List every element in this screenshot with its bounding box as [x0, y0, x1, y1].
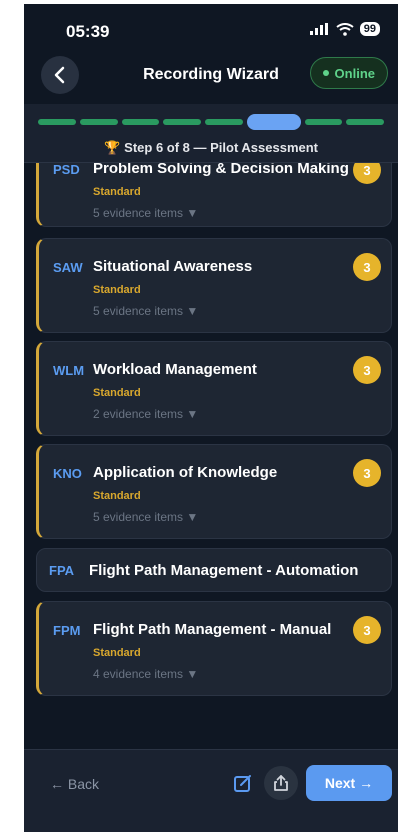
header: Recording Wizard Online: [24, 52, 398, 104]
progress-segment: [79, 119, 118, 125]
step-progress: 🏆 Step 6 of 8 — Pilot Assessment: [24, 104, 398, 163]
share-icon: [274, 775, 288, 791]
status-icons: 99: [309, 22, 380, 36]
competency-level: Standard: [93, 387, 141, 399]
progress-segment: [346, 119, 384, 125]
competency-level: Standard: [93, 490, 141, 502]
competency-name: Workload Management: [93, 361, 257, 378]
progress-segment: [304, 119, 343, 125]
score-badge: 3: [353, 356, 381, 384]
phone-screen: 05:39 99 Recording Wizard Online 🏆 Step …: [24, 4, 398, 832]
status-time: 05:39: [66, 22, 110, 41]
competency-code: FPM: [53, 623, 81, 638]
competency-name: Flight Path Management - Automation: [89, 562, 359, 579]
step-label-text: Step 6 of 8 — Pilot Assessment: [124, 140, 319, 155]
competency-card-saw[interactable]: SAW Situational Awareness Standard 5 evi…: [36, 238, 392, 333]
wifi-icon: [336, 22, 354, 36]
progress-segment: [38, 119, 76, 125]
status-bar: 05:39 99: [24, 4, 398, 52]
competency-code: FPA: [49, 563, 75, 578]
competency-code: SAW: [53, 260, 83, 275]
edit-icon[interactable]: [232, 772, 254, 794]
step-label: 🏆 Step 6 of 8 — Pilot Assessment: [24, 140, 398, 156]
competency-list[interactable]: PSD Problem Solving & Decision Making St…: [24, 163, 398, 749]
competency-code: PSD: [53, 163, 80, 177]
evidence-toggle[interactable]: 4 evidence items ▼: [93, 667, 198, 681]
trophy-icon: 🏆: [103, 140, 121, 155]
competency-card-wlm[interactable]: WLM Workload Management Standard 2 evide…: [36, 341, 392, 436]
online-status-badge: Online: [309, 57, 388, 89]
back-nav-button[interactable]: ← Back: [50, 776, 99, 792]
progress-segment: [121, 119, 160, 125]
competency-card-fpm[interactable]: FPM Flight Path Management - Manual Stan…: [36, 601, 392, 696]
evidence-toggle[interactable]: 2 evidence items ▼: [93, 407, 198, 421]
competency-code: WLM: [53, 363, 85, 378]
competency-card-psd[interactable]: PSD Problem Solving & Decision Making St…: [36, 163, 392, 227]
competency-name: Application of Knowledge: [93, 464, 278, 481]
progress-segment: [205, 119, 243, 125]
online-dot-icon: [322, 70, 329, 76]
signal-icon: [309, 23, 328, 35]
competency-code: KNO: [53, 466, 82, 481]
score-badge: 3: [353, 459, 381, 487]
competency-level: Standard: [93, 647, 141, 659]
share-button[interactable]: [264, 766, 298, 800]
evidence-toggle[interactable]: 5 evidence items ▼: [93, 304, 198, 318]
progress-segment: [163, 119, 201, 125]
next-button[interactable]: Next →: [306, 765, 392, 801]
competency-name: Situational Awareness: [93, 258, 253, 275]
evidence-toggle[interactable]: 5 evidence items ▼: [93, 510, 198, 524]
evidence-toggle[interactable]: 5 evidence items ▼: [93, 206, 198, 220]
bottom-action-bar: ← Back Next →: [24, 749, 398, 832]
competency-level: Standard: [93, 186, 141, 198]
score-badge: 3: [353, 616, 381, 644]
competency-name: Flight Path Management - Manual: [93, 621, 332, 638]
score-badge: 3: [353, 253, 381, 281]
battery-indicator: 99: [359, 22, 380, 36]
competency-level: Standard: [93, 284, 141, 296]
competency-name: Problem Solving & Decision Making: [93, 163, 349, 177]
competency-card-fpa[interactable]: FPA Flight Path Management - Automation: [36, 548, 392, 592]
online-status-label: Online: [334, 65, 375, 81]
progress-segment: [246, 114, 301, 130]
score-badge: 3: [353, 163, 381, 184]
competency-card-kno[interactable]: KNO Application of Knowledge Standard 5 …: [36, 444, 392, 539]
